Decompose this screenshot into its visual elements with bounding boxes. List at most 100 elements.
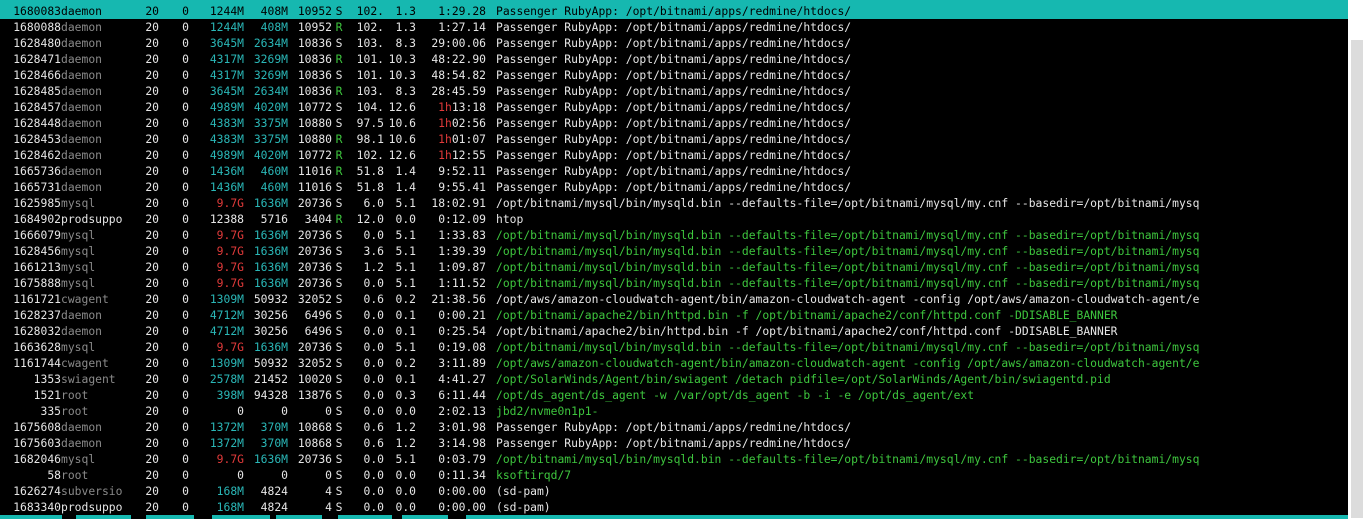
process-row[interactable]: 1628237daemon 20 0 4712M 30256 6496 S 0.0 0.1 0:0…: [0, 307, 1348, 323]
process-row[interactable]: 335root 20 0 0 0 0 S 0.0 0.0 2:02.13 jbd2/nvme0n1p…: [0, 403, 1348, 419]
process-row[interactable]: 1683340prodsuppo 20 0 168M 4824 4 S 0.0 0.0 0:00.…: [0, 499, 1348, 515]
mem-percent-cell: 0.1: [395, 324, 417, 338]
user-cell: mysql: [61, 452, 96, 466]
scrollbar-thumb[interactable]: [1351, 40, 1363, 518]
cpu-percent-cell: 102.: [356, 20, 384, 34]
function-key-bar[interactable]: [0, 515, 1348, 519]
process-row[interactable]: 1161744cwagent 20 0 1309M 50932 32052 S 0.0 0.2 3…: [0, 355, 1348, 371]
process-row[interactable]: 1628457daemon 20 0 4989M 4020M 10772 S 104. 12.6…: [0, 99, 1348, 115]
priority-cell: 20: [145, 196, 159, 210]
process-list[interactable]: 1680083daemon 20 0 1244M 408M 10952 S 102. 1.3 1:…: [0, 3, 1348, 515]
cpu-percent-cell: 3.6: [363, 244, 385, 258]
process-row[interactable]: 1628032daemon 20 0 4712M 30256 6496 S 0.0 0.1 0:2…: [0, 323, 1348, 339]
shr-mem-cell: 4: [325, 484, 332, 498]
cpu-time-cell: 0:25.54: [438, 324, 486, 338]
command-cell: Passenger RubyApp: /opt/bitnami/apps/red…: [496, 84, 852, 98]
shr-mem-cell: 20736: [297, 340, 332, 354]
user-cell: daemon: [61, 324, 102, 338]
process-row[interactable]: 58root 20 0 0 0 0 S 0.0 0.0 0:11.34 ksoftirqd/7: [0, 467, 1348, 483]
virt-mem-cell: 4317M: [209, 52, 244, 66]
function-key-1[interactable]: [0, 515, 62, 519]
nice-cell: 0: [182, 404, 189, 418]
process-row[interactable]: 1675603daemon 20 0 1372M 370M 10868 S 0.6 1.2 3:1…: [0, 435, 1348, 451]
cpu-time-cell: 2:02.13: [438, 404, 486, 418]
process-row[interactable]: 1628462daemon 20 0 4989M 4020M 10772 R 102. 12.6…: [0, 147, 1348, 163]
cpu-time-cell: 0:03.79: [438, 452, 486, 466]
vertical-scrollbar[interactable]: [1348, 0, 1366, 519]
cpu-time-cell: 1:11.52: [438, 276, 486, 290]
process-row[interactable]: 1628453daemon 20 0 4383M 3375M 10880 R 98.1 10.6…: [0, 131, 1348, 147]
process-row[interactable]: 1665731daemon 20 0 1436M 460M 11016 S 51.8 1.4 9:…: [0, 179, 1348, 195]
priority-cell: 20: [145, 4, 159, 18]
pid-cell: 1675608: [13, 420, 61, 434]
shr-mem-cell: 10836: [297, 52, 332, 66]
process-row[interactable]: 1625985mysql 20 0 9.7G 1636M 20736 S 6.0 5.1 18:0…: [0, 195, 1348, 211]
process-row[interactable]: 1353swiagent 20 0 2578M 21452 10020 S 0.0 0.1 4:4…: [0, 371, 1348, 387]
process-row-selected[interactable]: 1680083daemon 20 0 1244M 408M 10952 S 102. 1.3 1:…: [0, 3, 1348, 19]
priority-cell: 20: [145, 308, 159, 322]
function-key-7[interactable]: [402, 515, 448, 519]
cpu-time-cell: 21:38.56: [431, 292, 486, 306]
mem-percent-cell: 5.1: [395, 340, 417, 354]
process-row[interactable]: 1682046mysql 20 0 9.7G 1636M 20736 S 0.0 5.1 0:03…: [0, 451, 1348, 467]
state-cell: R: [335, 84, 343, 98]
command-cell: /opt/bitnami/mysql/bin/mysqld.bin --defa…: [496, 452, 1200, 466]
function-key-3[interactable]: [146, 515, 194, 519]
process-row[interactable]: 1663628mysql 20 0 9.7G 1636M 20736 S 0.0 5.1 0:19…: [0, 339, 1348, 355]
mem-percent-cell: 1.2: [395, 420, 417, 434]
process-row[interactable]: 1628448daemon 20 0 4383M 3375M 10880 S 97.5 10.6…: [0, 115, 1348, 131]
process-row[interactable]: 1628480daemon 20 0 3645M 2634M 10836 S 103. 8.3 2…: [0, 35, 1348, 51]
cpu-time-cell: 3:14.98: [438, 436, 486, 450]
res-mem-cell: 1636M: [253, 452, 288, 466]
process-row[interactable]: 1684902prodsuppo 20 0 12388 5716 3404 R 12.0 0.0…: [0, 211, 1348, 227]
res-mem-cell: 30256: [253, 308, 288, 322]
state-cell: S: [335, 276, 343, 290]
process-row[interactable]: 1161721cwagent 20 0 1309M 50932 32052 S 0.6 0.2 2…: [0, 291, 1348, 307]
process-row[interactable]: 1628485daemon 20 0 3645M 2634M 10836 R 103. 8.3 2…: [0, 83, 1348, 99]
state-cell: S: [335, 340, 343, 354]
state-cell: S: [335, 468, 343, 482]
process-row[interactable]: 1675888mysql 20 0 9.7G 1636M 20736 S 0.0 5.1 1:11…: [0, 275, 1348, 291]
function-key-5[interactable]: [276, 515, 322, 519]
command-cell: /opt/SolarWinds/Agent/bin/swiagent /deta…: [496, 372, 1111, 386]
cpu-percent-cell: 0.0: [363, 308, 385, 322]
user-cell: daemon: [61, 4, 102, 18]
cpu-time-cell: 1:39.39: [438, 244, 486, 258]
res-mem-cell: 1636M: [253, 340, 288, 354]
pid-cell: 1521: [33, 388, 61, 402]
command-cell: Passenger RubyApp: /opt/bitnami/apps/red…: [496, 36, 852, 50]
process-row[interactable]: 1628466daemon 20 0 4317M 3269M 10836 S 101. 10.3…: [0, 67, 1348, 83]
function-key-6[interactable]: [338, 515, 392, 519]
process-row[interactable]: 1628456mysql 20 0 9.7G 1636M 20736 S 3.6 5.1 1:39…: [0, 243, 1348, 259]
cpu-percent-cell: 103.: [356, 36, 384, 50]
process-row[interactable]: 1680088daemon 20 0 1244M 408M 10952 R 102. 1.3 1:…: [0, 19, 1348, 35]
cpu-percent-cell: 0.0: [363, 468, 385, 482]
nice-cell: 0: [182, 196, 189, 210]
command-cell: /opt/aws/amazon-cloudwatch-agent/bin/ama…: [496, 292, 1200, 306]
mem-percent-cell: 5.1: [395, 452, 417, 466]
shr-mem-cell: 0: [325, 468, 332, 482]
nice-cell: 0: [182, 484, 189, 498]
function-key-8[interactable]: [466, 515, 520, 519]
function-key-9[interactable]: [520, 515, 1348, 519]
cpu-time-cell: 0:00.00: [438, 484, 486, 498]
process-row[interactable]: 1666079mysql 20 0 9.7G 1636M 20736 S 0.0 5.1 1:33…: [0, 227, 1348, 243]
cpu-percent-cell: 0.0: [363, 228, 385, 242]
process-row[interactable]: 1628471daemon 20 0 4317M 3269M 10836 R 101. 10.3…: [0, 51, 1348, 67]
process-row[interactable]: 1665736daemon 20 0 1436M 460M 11016 R 51.8 1.4 9:…: [0, 163, 1348, 179]
process-row[interactable]: 1626274subversio 20 0 168M 4824 4 S 0.0 0.0 0:00.…: [0, 483, 1348, 499]
process-row[interactable]: 1675608daemon 20 0 1372M 370M 10868 S 0.6 1.2 3:0…: [0, 419, 1348, 435]
function-key-4[interactable]: [212, 515, 270, 519]
cpu-percent-cell: 0.0: [363, 372, 385, 386]
nice-cell: 0: [182, 116, 189, 130]
process-row[interactable]: 1521root 20 0 398M 94328 13876 S 0.0 0.3 6:11.44 /…: [0, 387, 1348, 403]
res-mem-cell: 2634M: [253, 84, 288, 98]
nice-cell: 0: [182, 260, 189, 274]
process-row[interactable]: 1661213mysql 20 0 9.7G 1636M 20736 S 1.2 5.1 1:09…: [0, 259, 1348, 275]
mem-percent-cell: 1.3: [395, 20, 417, 34]
command-cell: Passenger RubyApp: /opt/bitnami/apps/red…: [496, 4, 852, 18]
cpu-percent-cell: 0.0: [363, 404, 385, 418]
nice-cell: 0: [182, 436, 189, 450]
function-key-2[interactable]: [76, 515, 131, 519]
command-cell: /opt/bitnami/mysql/bin/mysqld.bin --defa…: [496, 340, 1200, 354]
